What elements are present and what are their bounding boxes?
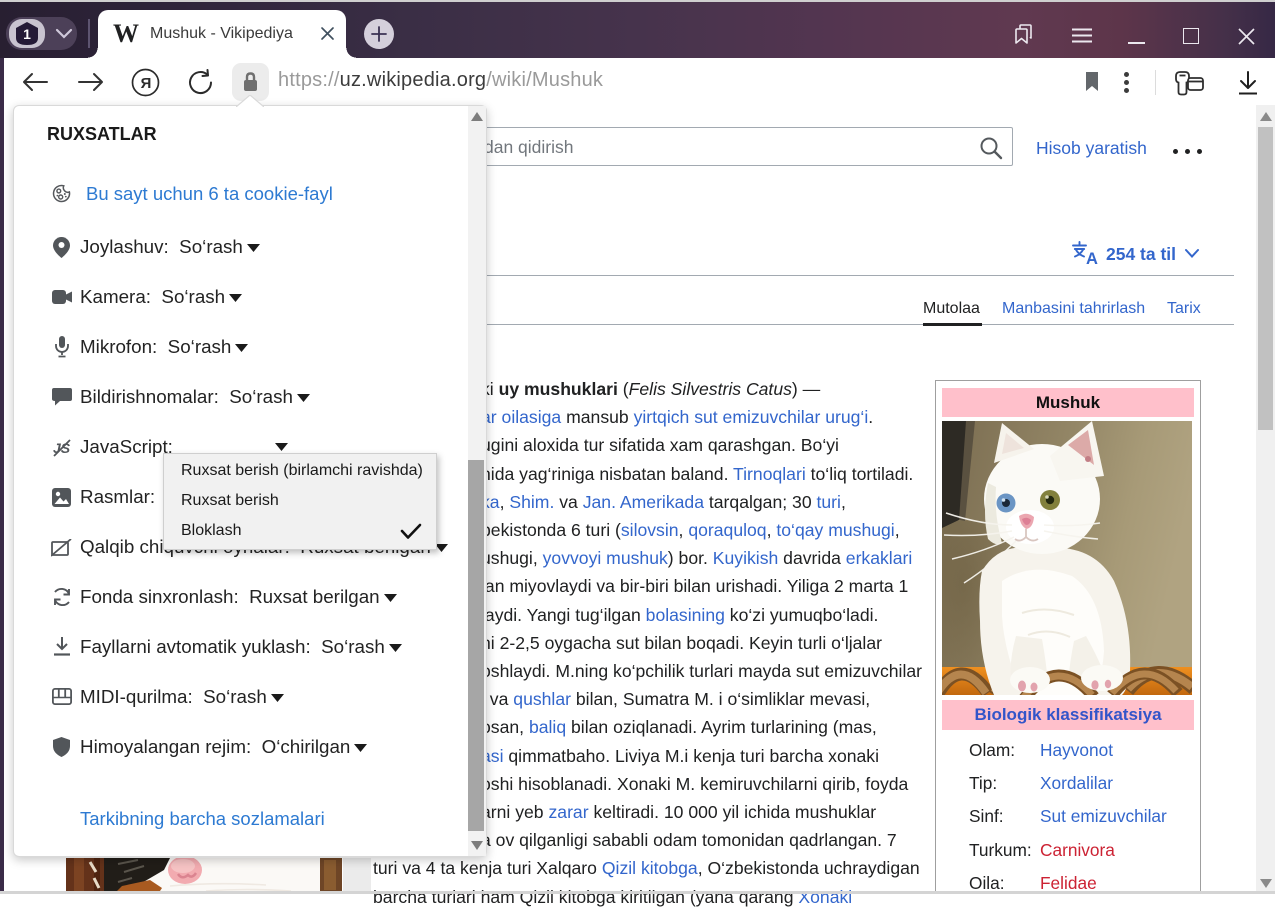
svg-text:R: R bbox=[140, 75, 151, 92]
svg-text:1: 1 bbox=[23, 26, 31, 42]
svg-text:A: A bbox=[1086, 250, 1098, 265]
